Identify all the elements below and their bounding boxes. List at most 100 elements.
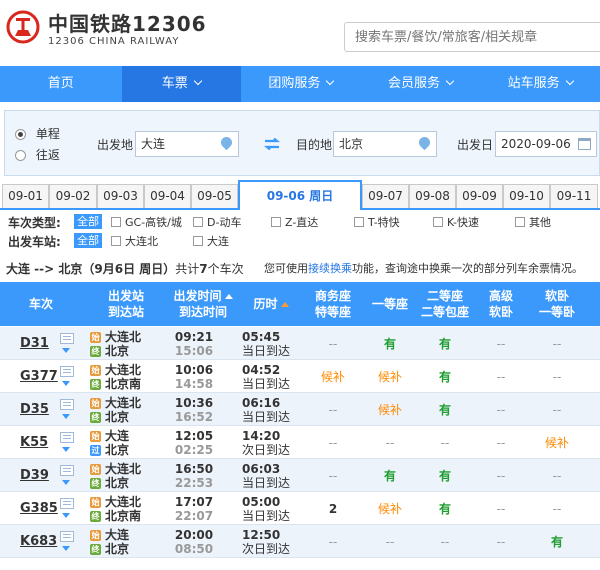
radio-roundtrip[interactable] bbox=[15, 150, 26, 161]
date-tab[interactable]: 09-09 bbox=[456, 184, 503, 208]
col-duration[interactable]: 历时 bbox=[242, 282, 300, 326]
radio-oneway[interactable] bbox=[15, 129, 26, 140]
seat-first[interactable]: 有 bbox=[366, 327, 414, 360]
date-tab[interactable]: 09-04 bbox=[144, 184, 191, 208]
to-station-input[interactable]: 北京 bbox=[333, 131, 437, 157]
filter-station-dalianbei[interactable]: 大连北 bbox=[111, 233, 158, 249]
expand-arrow-icon[interactable] bbox=[62, 414, 70, 419]
seat-second[interactable]: 有 bbox=[414, 459, 476, 492]
nav-station-service[interactable]: 站车服务 bbox=[480, 66, 600, 102]
site-search-input[interactable] bbox=[344, 22, 600, 52]
from-station[interactable]: 始大连 bbox=[90, 429, 165, 443]
seat-first[interactable]: 候补 bbox=[366, 360, 414, 393]
seat-first[interactable]: 有 bbox=[366, 459, 414, 492]
train-number-link[interactable]: K683 bbox=[20, 525, 64, 558]
train-info-icon[interactable] bbox=[60, 366, 74, 377]
from-station[interactable]: 始大连 bbox=[90, 528, 165, 542]
train-info-icon[interactable] bbox=[60, 399, 74, 410]
from-station-input[interactable]: 大连 bbox=[135, 131, 239, 157]
from-station[interactable]: 始大连北 bbox=[90, 495, 165, 509]
train-number-link[interactable]: D39 bbox=[20, 459, 64, 492]
sort-asc-icon[interactable] bbox=[280, 302, 289, 307]
seat-second[interactable]: 有 bbox=[414, 393, 476, 426]
nav-home[interactable]: 首页 bbox=[0, 66, 122, 102]
trip-roundtrip-option[interactable]: 往返 bbox=[15, 146, 60, 163]
seat-soft[interactable]: 候补 bbox=[526, 426, 588, 459]
expand-arrow-icon[interactable] bbox=[62, 348, 70, 353]
checkbox[interactable] bbox=[354, 217, 364, 227]
date-tab[interactable]: 09-01 bbox=[2, 184, 49, 208]
train-info-icon[interactable] bbox=[60, 465, 74, 476]
checkbox[interactable] bbox=[111, 217, 121, 227]
seat-biz[interactable]: 2 bbox=[300, 492, 366, 525]
main-nav: 首页 车票 团购服务 会员服务 站车服务 bbox=[0, 66, 600, 102]
trip-oneway-option[interactable]: 单程 bbox=[15, 125, 60, 142]
train-number-link[interactable]: G385 bbox=[20, 492, 64, 525]
swap-stations-icon[interactable] bbox=[263, 138, 281, 150]
nav-member-service[interactable]: 会员服务 bbox=[361, 66, 481, 102]
from-station[interactable]: 始大连北 bbox=[90, 330, 165, 344]
seat-second[interactable]: 有 bbox=[414, 360, 476, 393]
checkbox[interactable] bbox=[193, 236, 203, 246]
to-station[interactable]: 终北京南 bbox=[90, 509, 165, 523]
filter-d[interactable]: D-动车 bbox=[193, 214, 241, 230]
sort-asc-icon[interactable] bbox=[224, 294, 233, 299]
seat-second[interactable]: 有 bbox=[414, 327, 476, 360]
expand-arrow-icon[interactable] bbox=[62, 513, 70, 518]
filter-gc[interactable]: GC-高铁/城 bbox=[111, 214, 182, 230]
nav-tickets[interactable]: 车票 bbox=[121, 66, 242, 102]
to-station[interactable]: 终北京南 bbox=[90, 377, 165, 391]
to-station[interactable]: 过北京 bbox=[90, 443, 165, 457]
checkbox[interactable] bbox=[515, 217, 525, 227]
train-number-link[interactable]: K55 bbox=[20, 426, 64, 459]
filter-station-dalian[interactable]: 大连 bbox=[193, 233, 229, 249]
nav-group-service[interactable]: 团购服务 bbox=[241, 66, 361, 102]
to-station[interactable]: 终北京 bbox=[90, 476, 165, 490]
checkbox[interactable] bbox=[111, 236, 121, 246]
train-info-icon[interactable] bbox=[60, 531, 74, 542]
from-station[interactable]: 始大连北 bbox=[90, 396, 165, 410]
transfer-link[interactable]: 接续换乘 bbox=[308, 262, 352, 275]
expand-arrow-icon[interactable] bbox=[62, 447, 70, 452]
expand-arrow-icon[interactable] bbox=[62, 546, 70, 551]
from-station[interactable]: 始大连北 bbox=[90, 363, 165, 377]
from-station[interactable]: 始大连北 bbox=[90, 462, 165, 476]
date-tab[interactable]: 09-10 bbox=[503, 184, 550, 208]
date-tab[interactable]: 09-07 bbox=[362, 184, 409, 208]
train-info-icon[interactable] bbox=[60, 432, 74, 443]
departure-date-input[interactable]: 2020-09-06 bbox=[495, 131, 597, 157]
checkbox[interactable] bbox=[193, 217, 203, 227]
date-tab-active[interactable]: 09-06 周日 bbox=[238, 180, 362, 210]
type-all-chip[interactable]: 全部 bbox=[74, 214, 102, 229]
seat-first[interactable]: 候补 bbox=[366, 492, 414, 525]
train-info-icon[interactable] bbox=[60, 498, 74, 509]
expand-arrow-icon[interactable] bbox=[62, 480, 70, 485]
expand-arrow-icon[interactable] bbox=[62, 381, 70, 386]
date-tab[interactable]: 09-05 bbox=[191, 184, 238, 208]
seat-second[interactable]: 有 bbox=[414, 492, 476, 525]
filter-t[interactable]: T-特快 bbox=[354, 214, 400, 230]
filter-k[interactable]: K-快速 bbox=[433, 214, 479, 230]
seat-biz[interactable]: 候补 bbox=[300, 360, 366, 393]
filter-other[interactable]: 其他 bbox=[515, 214, 551, 230]
date-tab[interactable]: 09-08 bbox=[409, 184, 456, 208]
train-number-link[interactable]: D31 bbox=[20, 327, 64, 360]
date-tab[interactable]: 09-02 bbox=[49, 184, 97, 208]
train-info-icon[interactable] bbox=[60, 333, 74, 344]
to-station[interactable]: 终北京 bbox=[90, 542, 165, 556]
train-number-link[interactable]: D35 bbox=[20, 393, 64, 426]
date-tab[interactable]: 09-03 bbox=[97, 184, 144, 208]
checkbox[interactable] bbox=[433, 217, 443, 227]
train-number-link[interactable]: G377 bbox=[20, 360, 64, 393]
seat-soft[interactable]: 有 bbox=[526, 525, 588, 558]
arrival-day: 当日到达 bbox=[242, 344, 291, 358]
station-all-chip[interactable]: 全部 bbox=[74, 233, 102, 248]
seat-first[interactable]: 候补 bbox=[366, 393, 414, 426]
table-row: G385 始大连北终北京南 17:07 22:07 05:00 当日到达 2 候补有 -- -- bbox=[0, 492, 600, 525]
to-station[interactable]: 终北京 bbox=[90, 410, 165, 424]
filter-z[interactable]: Z-直达 bbox=[271, 214, 318, 230]
to-station[interactable]: 终北京 bbox=[90, 344, 165, 358]
date-tab[interactable]: 09-11 bbox=[550, 184, 598, 208]
col-times[interactable]: 出发时间 到达时间 bbox=[166, 282, 240, 326]
checkbox[interactable] bbox=[271, 217, 281, 227]
